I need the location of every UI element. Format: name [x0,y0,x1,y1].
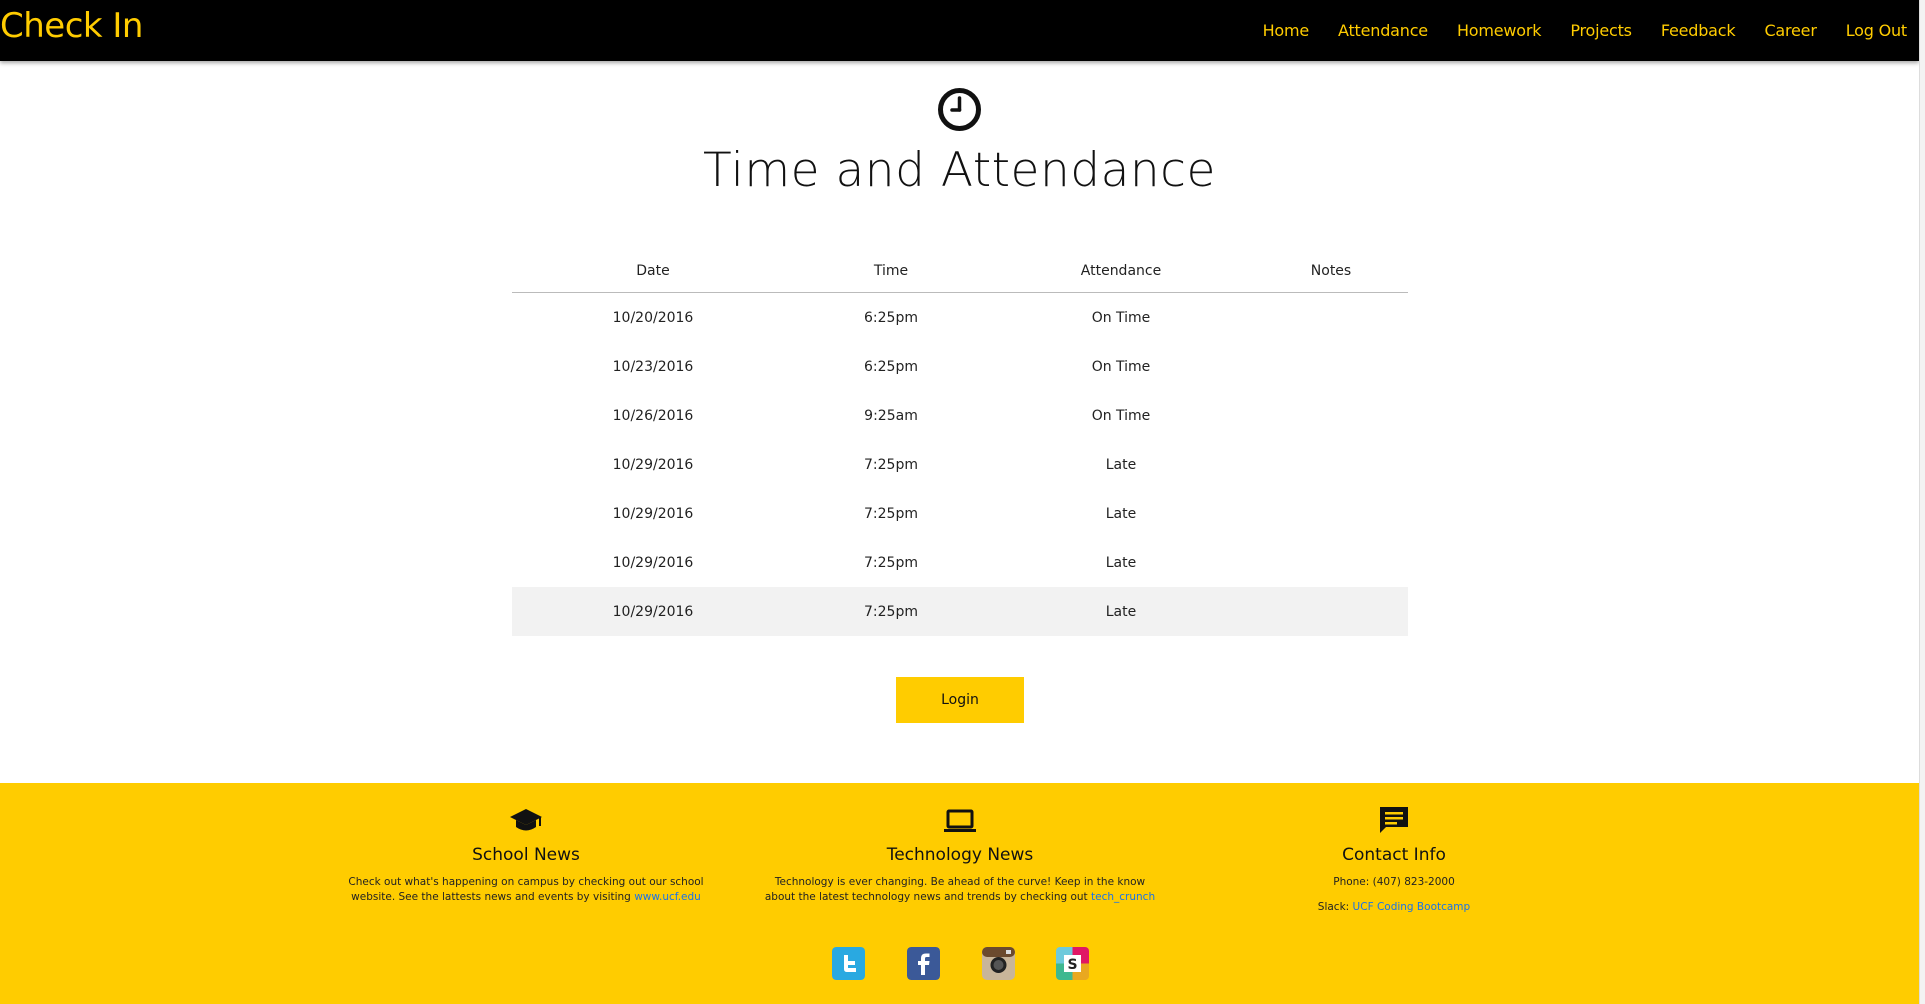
svg-text:S: S [1067,957,1077,973]
table-row-hovered: 10/29/2016 7:25pm Late [512,587,1408,636]
cell-notes [1254,293,1408,343]
cell-date: 10/29/2016 [512,587,794,636]
contact-phone: Phone: (407) 823-2000 [1333,876,1455,888]
table-row: 10/20/2016 6:25pm On Time [512,293,1408,343]
cell-attendance: Late [988,587,1254,636]
page-title: Time and Attendance [703,143,1216,198]
nav-projects[interactable]: Projects [1570,21,1632,40]
school-news-line2: website. See the lattests news and event… [351,891,631,903]
cell-date: 10/23/2016 [612,358,694,375]
instagram-icon[interactable] [982,947,1015,980]
top-navbar: Check In Home Attendance Homework Projec… [0,0,1919,61]
contact-slack-link[interactable]: UCF Coding Bootcamp [1353,901,1471,913]
table-row: 10/29/2016 7:25pm Late [512,489,1408,538]
cell-date: 10/29/2016 [612,505,694,522]
column-header-date: Date [512,250,794,293]
chat-icon [1380,807,1408,833]
attendance-table: Date Time Attendance Notes 10/20/2016 6:… [512,250,1408,636]
contact-info-heading: Contact Info [1342,845,1446,865]
cell-notes [1254,587,1408,636]
cell-time: 7:25pm [864,554,918,571]
school-news-line1: Check out what's happening on campus by … [348,876,704,888]
cell-time: 7:25pm [864,456,918,473]
technology-news-heading: Technology News [886,845,1034,865]
cell-attendance: On Time [1091,309,1151,326]
cell-time: 6:25pm [864,358,918,375]
cell-time: 6:25pm [864,309,918,326]
twitter-icon[interactable] [832,947,865,980]
cell-attendance: On Time [1091,358,1151,375]
cell-date: 10/20/2016 [612,309,694,326]
cell-notes [1254,538,1408,587]
nav-logout[interactable]: Log Out [1846,21,1907,40]
nav-home[interactable]: Home [1263,21,1310,40]
facebook-icon[interactable] [907,947,940,980]
technology-news-line2: about the latest technology news and tre… [764,891,1088,903]
cell-time: 7:25pm [794,587,988,636]
cell-notes [1254,342,1408,391]
cell-attendance: Late [1105,554,1137,571]
brand-logo[interactable]: Check In [0,6,143,46]
technology-news-link[interactable]: tech_crunch [1091,891,1155,903]
cell-notes [1254,489,1408,538]
nav-career[interactable]: Career [1764,21,1816,40]
cell-notes [1254,391,1408,440]
window-scrollbar[interactable] [1919,0,1925,1004]
table-row: 10/29/2016 7:25pm Late [512,538,1408,587]
table-header-row: Date Time Attendance Notes [512,250,1408,293]
contact-slack: Slack: UCF Coding Bootcamp [1194,900,1594,915]
column-header-time: Time [794,250,988,293]
graduation-cap-icon [510,809,542,831]
laptop-icon [944,809,976,832]
cell-attendance: Late [1105,456,1137,473]
cell-date: 10/29/2016 [612,456,694,473]
cell-attendance: Late [1105,505,1137,522]
cell-date: 10/29/2016 [612,554,694,571]
slack-icon[interactable]: S [1056,947,1089,980]
cell-notes [1254,440,1408,489]
cell-time: 7:25pm [864,505,918,522]
nav-feedback[interactable]: Feedback [1661,21,1736,40]
login-button[interactable]: Login [896,677,1024,723]
table-row: 10/26/2016 9:25am On Time [512,391,1408,440]
technology-news-text: Technology is ever changing. Be ahead of… [720,875,1200,905]
school-news-text: Check out what's happening on campus by … [300,875,752,905]
table-row: 10/23/2016 6:25pm On Time [512,342,1408,391]
nav-homework[interactable]: Homework [1457,21,1542,40]
cell-time: 9:25am [864,407,918,424]
nav-links: Home Attendance Homework Projects Feedba… [1234,0,1908,61]
nav-attendance[interactable]: Attendance [1338,21,1428,40]
cell-date: 10/26/2016 [612,407,694,424]
column-header-attendance: Attendance [988,250,1254,293]
cell-attendance: On Time [1091,407,1151,424]
clock-icon [938,88,981,131]
technology-news-line1: Technology is ever changing. Be ahead of… [774,876,1146,888]
school-news-link[interactable]: www.ucf.edu [634,891,701,903]
contact-slack-label: Slack: [1317,901,1350,913]
table-row: 10/29/2016 7:25pm Late [512,440,1408,489]
column-header-notes: Notes [1254,250,1408,293]
